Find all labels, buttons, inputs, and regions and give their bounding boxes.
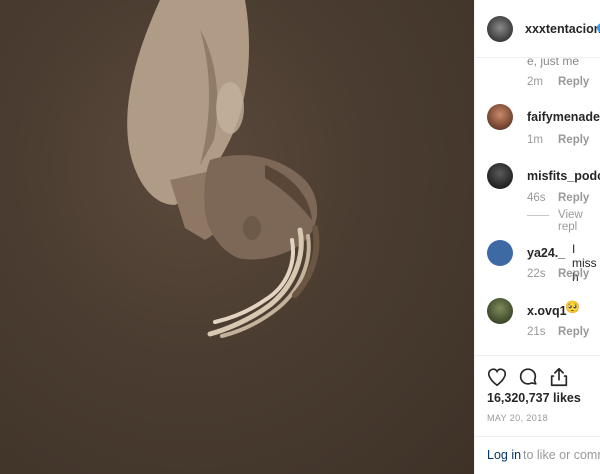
post-date: MAY 20, 2018 — [487, 413, 549, 423]
avatar[interactable] — [487, 16, 513, 42]
comment-time: 46s — [527, 192, 546, 204]
avatar[interactable] — [487, 298, 513, 324]
avatar[interactable] — [487, 104, 513, 130]
login-link[interactable]: Log in — [487, 448, 521, 462]
login-prompt-text: to like or comme — [523, 448, 600, 462]
emoji-text: 🥺 — [565, 300, 580, 314]
comment-row: faifymenadeic 1m Reply — [475, 104, 600, 162]
post-header: xxxtentacion — [475, 0, 600, 58]
avatar[interactable] — [487, 163, 513, 189]
reply-button[interactable]: Reply — [558, 76, 589, 88]
reply-button[interactable]: Reply — [558, 192, 589, 204]
comment-time: 1m — [527, 134, 543, 146]
post-photo[interactable] — [0, 0, 474, 474]
reply-button[interactable]: Reply — [558, 326, 589, 338]
comment-time: 21s — [527, 326, 546, 338]
upside-down-figure-image — [127, 0, 320, 338]
comment-row: x.ovq1 🥺 21s Reply — [475, 298, 600, 356]
heart-icon[interactable] — [486, 366, 508, 388]
comment-row: ya24._ I miss h 22s Reply — [475, 240, 600, 298]
speech-bubble-icon[interactable] — [517, 366, 539, 388]
comment-time: 22s — [527, 268, 546, 280]
comment-username[interactable]: ya24._ — [527, 246, 565, 260]
reply-button[interactable]: Reply — [558, 268, 589, 280]
divider — [527, 215, 549, 216]
comments-panel: e, just me 2m Reply faifymenadeic 1m Rep… — [474, 0, 600, 474]
comment-username[interactable]: faifymenadeic — [527, 110, 600, 124]
share-icon[interactable] — [548, 366, 570, 388]
login-bar: Log in to like or comme — [475, 436, 600, 474]
comment-row: misfits_podca 46s Reply View repl — [475, 163, 600, 233]
post-actions: 16,320,737 likes MAY 20, 2018 Log in to … — [475, 355, 600, 474]
comment-row: e, just me 2m Reply — [475, 52, 600, 110]
author-username[interactable]: xxxtentacion — [525, 22, 600, 36]
comment-time: 2m — [527, 76, 543, 88]
view-replies-button[interactable]: View repl — [558, 209, 600, 233]
avatar[interactable] — [487, 240, 513, 266]
comment-username[interactable]: x.ovq1 — [527, 304, 567, 318]
likes-count[interactable]: 16,320,737 likes — [487, 391, 581, 405]
comment-username[interactable]: misfits_podca — [527, 169, 600, 183]
reply-button[interactable]: Reply — [558, 134, 589, 146]
